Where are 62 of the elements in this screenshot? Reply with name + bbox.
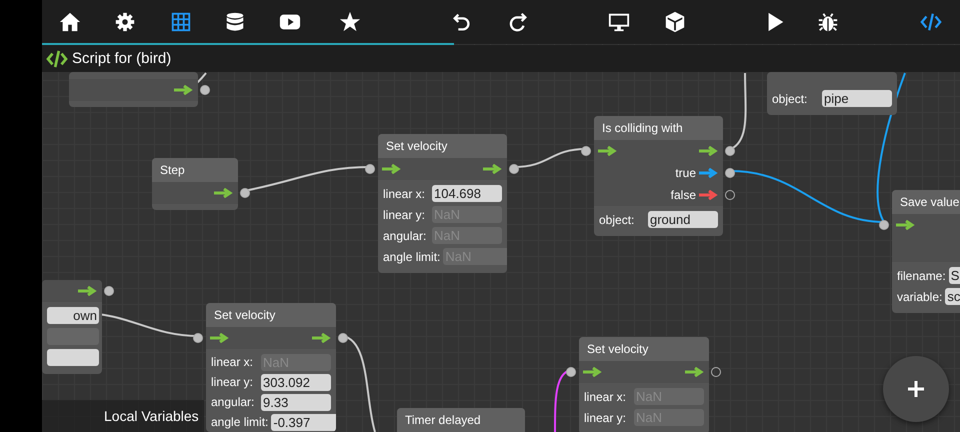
- script-title: Script for (bird): [72, 50, 172, 67]
- field-label: angle limit:: [383, 250, 440, 264]
- bug-icon: [817, 11, 839, 33]
- script-node[interactable]: Timer delayed: [397, 408, 525, 432]
- field-label: object:: [772, 92, 808, 106]
- script-node[interactable]: object: pipe: [767, 72, 897, 115]
- field-label: linear x:: [383, 186, 426, 200]
- script-node[interactable]: [69, 72, 198, 107]
- database-icon: [224, 11, 246, 33]
- grid-icon: [170, 11, 192, 33]
- cube-icon: [664, 11, 686, 33]
- input-field[interactable]: -0.397: [271, 414, 336, 430]
- arrow-icon: [583, 367, 603, 377]
- input-field[interactable]: 104.698: [432, 185, 502, 202]
- plus-icon: [907, 380, 925, 398]
- home-icon: [59, 11, 81, 33]
- arrow-icon: [382, 164, 402, 174]
- input-field[interactable]: sc: [945, 288, 960, 305]
- redo-icon: [507, 11, 529, 33]
- field-label: object:: [599, 212, 634, 226]
- arrow-icon: [210, 333, 230, 343]
- input-field[interactable]: [47, 349, 99, 366]
- arrow-icon: [598, 146, 618, 156]
- node-title: Is colliding with: [602, 121, 683, 135]
- field-label: angle limit:: [211, 415, 268, 429]
- script-node[interactable]: Save value filename: S variable: sc: [892, 190, 960, 313]
- input-field[interactable]: ground: [648, 211, 718, 228]
- code-icon: [920, 11, 942, 33]
- field-label: linear y:: [383, 208, 426, 222]
- node-title: Set velocity: [587, 342, 648, 356]
- settings-icon: [114, 11, 136, 33]
- node-title: Timer delayed: [405, 413, 481, 427]
- input-field[interactable]: own: [47, 307, 99, 324]
- field-label: angular:: [211, 395, 254, 409]
- field-label: variable:: [897, 290, 942, 304]
- script-node[interactable]: own: [42, 280, 102, 374]
- monitor-icon: [608, 11, 630, 33]
- field-label: filename:: [897, 268, 946, 282]
- field-label: linear x:: [211, 355, 254, 369]
- panel-label: Local Variables: [104, 408, 199, 424]
- field-label: linear y:: [584, 410, 626, 424]
- local-variables-panel[interactable]: Local Variables: [42, 400, 204, 432]
- input-field[interactable]: 9.33: [261, 394, 331, 410]
- node-title: Set velocity: [386, 139, 448, 153]
- script-node[interactable]: Step: [152, 158, 238, 210]
- node-title: Step: [160, 163, 185, 177]
- node-title: Save value: [900, 195, 960, 209]
- script-node[interactable]: Is colliding with true false object: ground: [594, 116, 723, 236]
- output-port[interactable]: [711, 367, 721, 377]
- field-label: linear y:: [211, 375, 254, 389]
- output-label: false: [670, 188, 696, 202]
- output-label: true: [675, 166, 696, 180]
- input-field[interactable]: 303.092: [261, 374, 331, 390]
- node-title: Set velocity: [214, 308, 276, 322]
- code-icon: [46, 50, 68, 68]
- output-port[interactable]: [725, 190, 735, 200]
- input-field[interactable]: pipe: [822, 90, 892, 107]
- arrow-icon: [896, 220, 916, 230]
- field-label: linear x:: [584, 390, 626, 404]
- field-label: angular:: [383, 228, 426, 242]
- input-field[interactable]: S: [948, 267, 960, 284]
- star-icon: [339, 11, 361, 33]
